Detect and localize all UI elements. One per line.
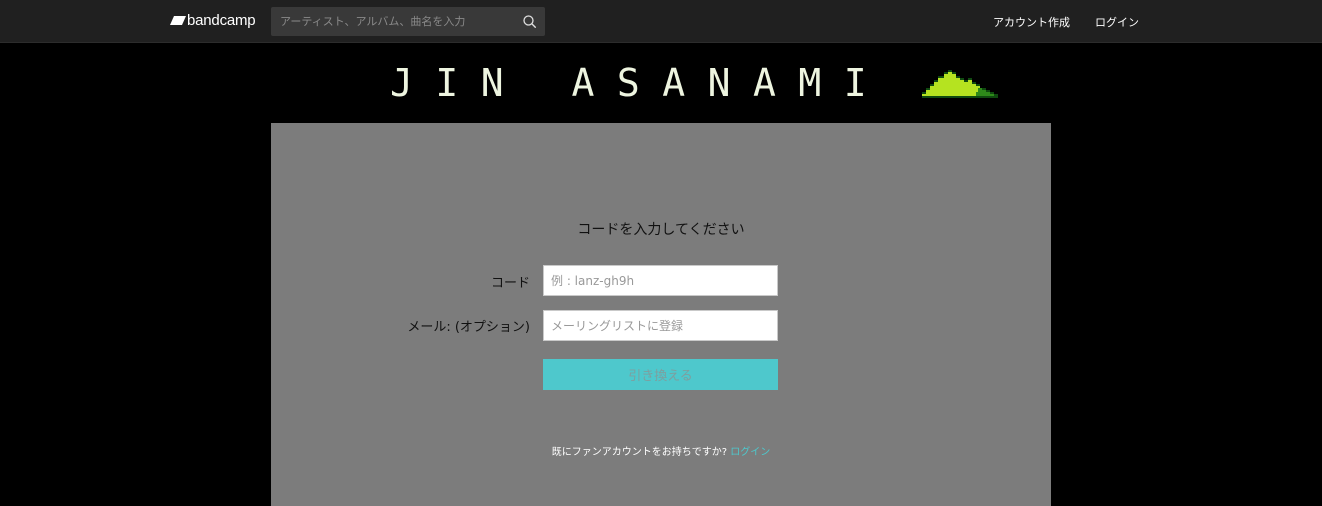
artist-name[interactable]: JIN ASANAMI: [390, 63, 889, 103]
bandcamp-logo-icon: [170, 16, 186, 25]
redeem-panel: コードを入力してください コード メール: (オプション) 引き換える 既にファ…: [271, 123, 1051, 506]
search-input[interactable]: [271, 7, 511, 36]
redeem-title: コードを入力してください: [577, 222, 745, 238]
code-label: コード: [490, 276, 530, 291]
login-link[interactable]: ログイン: [1095, 14, 1139, 30]
pixel-mountain-icon: [922, 70, 998, 98]
fan-login-link[interactable]: ログイン: [730, 447, 770, 458]
top-navigation-bar: bandcamp アカウント作成 ログイン: [0, 0, 1322, 43]
logo-text: bandcamp: [187, 12, 256, 29]
code-input[interactable]: [543, 265, 778, 296]
email-label: メール: (オプション): [407, 320, 530, 335]
create-account-link[interactable]: アカウント作成: [993, 14, 1070, 30]
search-icon[interactable]: [522, 14, 537, 29]
email-input[interactable]: [543, 310, 778, 341]
existing-account-prompt: 既にファンアカウントをお持ちですか? ログイン: [271, 443, 1051, 458]
existing-account-text: 既にファンアカウントをお持ちですか?: [551, 447, 728, 458]
bandcamp-logo[interactable]: bandcamp: [170, 12, 256, 29]
search-box: [271, 7, 545, 36]
redeem-button[interactable]: 引き換える: [543, 359, 778, 390]
